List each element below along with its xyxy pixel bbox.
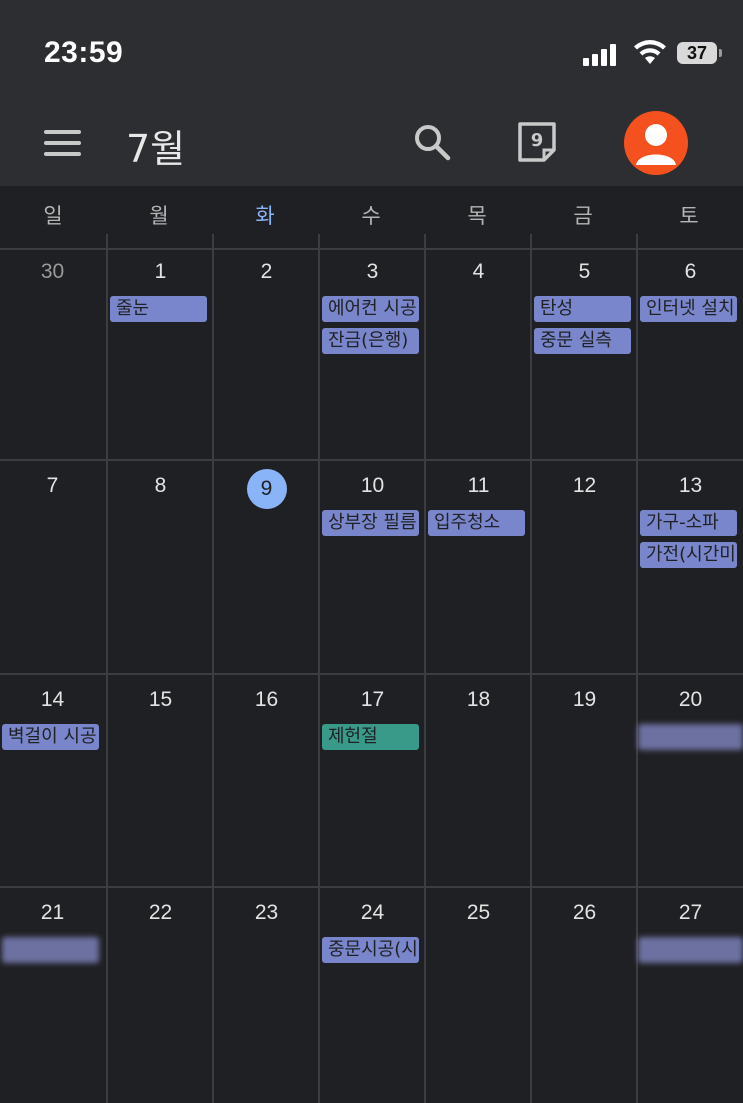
event-chip[interactable]: 가구-소파 xyxy=(640,510,737,536)
event-chip[interactable]: 줄눈 xyxy=(110,296,207,322)
event-chip[interactable] xyxy=(2,937,99,963)
date-number: 14 xyxy=(40,688,65,711)
day-cell[interactable]: 27 xyxy=(638,891,743,1102)
menu-icon[interactable] xyxy=(44,130,81,156)
date-number: 17 xyxy=(360,688,385,711)
day-cell[interactable]: 26 xyxy=(532,891,637,1102)
date-number: 20 xyxy=(678,688,703,711)
status-time: 23:59 xyxy=(44,36,124,69)
search-icon[interactable] xyxy=(412,122,452,162)
day-cell[interactable]: 23 xyxy=(214,891,319,1102)
event-chip[interactable]: 중문시공(시 xyxy=(322,937,419,963)
date-number: 19 xyxy=(572,688,597,711)
day-cell[interactable]: 12 xyxy=(532,464,637,675)
date-number: 21 xyxy=(40,901,65,924)
battery-tip xyxy=(719,49,722,57)
date-number: 6 xyxy=(684,260,697,283)
weekday-sat: 토 xyxy=(679,204,699,228)
today-icon[interactable]: 9 xyxy=(516,120,562,166)
day-cell[interactable]: 4 xyxy=(426,250,531,461)
event-chip[interactable]: 중문 실측 xyxy=(534,328,631,354)
day-cell[interactable]: 8 xyxy=(108,464,213,675)
date-number: 24 xyxy=(360,901,385,924)
event-chip[interactable]: 입주청소 xyxy=(428,510,525,536)
date-number: 3 xyxy=(366,260,379,283)
date-number: 10 xyxy=(360,474,385,497)
weekday-sun: 일 xyxy=(43,204,63,228)
day-cell[interactable]: 22 xyxy=(108,891,213,1102)
holiday-event-chip[interactable]: 제헌절 xyxy=(322,724,419,750)
weekday-fri: 금 xyxy=(573,204,593,228)
weekday-tue: 화 xyxy=(255,204,275,228)
weekday-header: 일 월 화 수 목 금 토 xyxy=(0,186,743,248)
wifi-icon xyxy=(634,40,666,64)
day-cell[interactable]: 19 xyxy=(532,678,637,889)
event-chip[interactable]: 에어컨 시공 xyxy=(322,296,419,322)
today-date-number: 9 xyxy=(246,469,287,509)
date-number: 1 xyxy=(154,260,167,283)
day-cell[interactable]: 6 인터넷 설치 xyxy=(638,250,743,461)
month-title[interactable]: 7월 xyxy=(126,118,185,173)
day-cell[interactable]: 21 xyxy=(0,891,105,1102)
event-chip[interactable]: 가전(시간미 xyxy=(640,542,737,568)
date-number: 25 xyxy=(466,901,491,924)
event-chip[interactable] xyxy=(638,937,743,963)
day-cell[interactable]: 1 줄눈 xyxy=(108,250,213,461)
day-cell[interactable]: 20 xyxy=(638,678,743,889)
date-number: 11 xyxy=(467,474,490,497)
day-cell[interactable]: 5 탄성중문 실측 xyxy=(532,250,637,461)
event-chip[interactable] xyxy=(638,724,743,750)
day-cell[interactable]: 13 가구-소파가전(시간미 xyxy=(638,464,743,675)
weekday-wed: 수 xyxy=(361,204,381,228)
day-cell[interactable]: 10 상부장 필름 xyxy=(320,464,425,675)
date-number: 18 xyxy=(466,688,491,711)
event-chip[interactable]: 상부장 필름 xyxy=(322,510,419,536)
month-grid: 30 1 줄눈 2 3 에어컨 시공 잔금(은행) 4 5 탄성 중문 실측 6 인터넷 설치 7 8 9 10… xyxy=(0,234,743,1103)
date-number: 8 xyxy=(154,474,167,497)
date-number: 22 xyxy=(148,901,173,924)
date-number: 2 xyxy=(260,260,273,283)
day-cell[interactable]: 9 xyxy=(214,464,319,675)
event-chip[interactable]: 벽걸이 시공 xyxy=(2,724,99,750)
app-bar: 7월 9 xyxy=(0,100,743,186)
day-cell[interactable]: 7 xyxy=(0,464,105,675)
day-cell[interactable]: 14 벽걸이 시공 xyxy=(0,678,105,889)
day-cell[interactable]: 24 중문시공(시 xyxy=(320,891,425,1102)
day-cell[interactable]: 11 입주청소 xyxy=(426,464,531,675)
event-chip[interactable]: 잔금(은행) xyxy=(322,328,419,354)
status-bar: 23:59 37 xyxy=(0,0,743,100)
day-cell[interactable]: 3 에어컨 시공잔금(은행) xyxy=(320,250,425,461)
date-number: 5 xyxy=(578,260,591,283)
day-cell[interactable]: 16 xyxy=(214,678,319,889)
weekday-thu: 목 xyxy=(467,204,487,228)
date-number: 15 xyxy=(148,688,173,711)
avatar[interactable] xyxy=(624,111,688,175)
date-number: 13 xyxy=(678,474,703,497)
weekday-mon: 월 xyxy=(149,204,169,228)
date-number: 27 xyxy=(678,901,703,924)
date-number: 16 xyxy=(254,688,279,711)
day-cell[interactable]: 30 xyxy=(0,250,105,461)
date-number: 12 xyxy=(572,474,597,497)
date-number: 4 xyxy=(472,260,485,283)
day-cell[interactable]: 25 xyxy=(426,891,531,1102)
avatar-icon xyxy=(636,124,676,165)
today-number: 9 xyxy=(530,130,544,151)
date-number: 30 xyxy=(40,260,65,283)
day-cell[interactable]: 18 xyxy=(426,678,531,889)
date-number: 23 xyxy=(254,901,279,924)
day-cell[interactable]: 17 제헌절 xyxy=(320,678,425,889)
cellular-signal-icon xyxy=(583,42,619,66)
day-cell[interactable]: 15 xyxy=(108,678,213,889)
date-number: 7 xyxy=(46,474,59,497)
date-number: 26 xyxy=(572,901,597,924)
event-chip[interactable]: 인터넷 설치 xyxy=(640,296,737,322)
event-chip[interactable]: 탄성 xyxy=(534,296,631,322)
day-cell[interactable]: 2 xyxy=(214,250,319,461)
battery-icon: 37 xyxy=(677,42,717,64)
